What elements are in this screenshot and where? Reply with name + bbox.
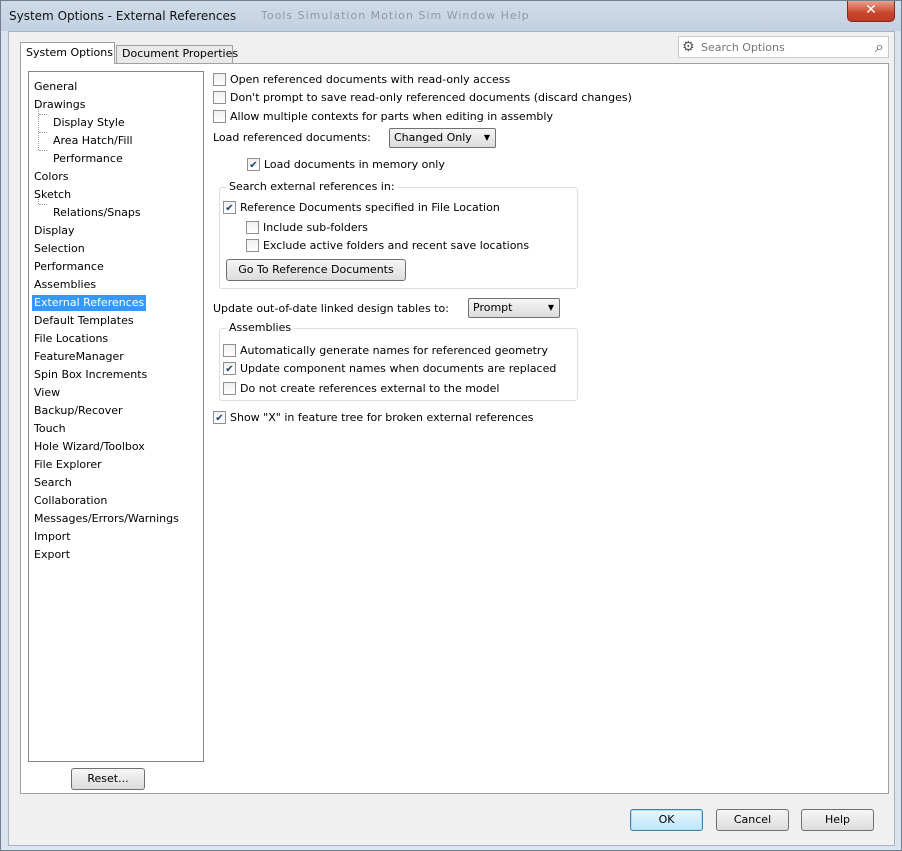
assemblies-group-title: Assemblies xyxy=(226,321,295,335)
auto-names-checkbox[interactable] xyxy=(223,344,236,357)
tree-item-drawings[interactable]: Drawings xyxy=(32,97,87,113)
auto-names-label: Automatically generate names for referen… xyxy=(240,344,548,357)
tree-item-assemblies[interactable]: Assemblies xyxy=(32,277,98,293)
dont-prompt-save-checkbox[interactable] xyxy=(213,91,226,104)
background-menu-bar: Tools Simulation Motion Sim Window Help xyxy=(261,9,530,22)
tree-item-view[interactable]: View xyxy=(32,385,62,401)
tree-item-display[interactable]: Display xyxy=(32,223,77,239)
close-icon: ✕ xyxy=(865,2,877,18)
tree-item-performance[interactable]: Performance xyxy=(32,259,106,275)
multiple-contexts-checkbox[interactable] xyxy=(213,110,226,123)
help-button[interactable]: Help xyxy=(801,809,874,831)
show-x-label: Show "X" in feature tree for broken exte… xyxy=(230,411,534,424)
tree-item-backup-recover[interactable]: Backup/Recover xyxy=(32,403,125,419)
tree-item-external-references[interactable]: External References xyxy=(32,295,147,311)
load-in-memory-checkbox[interactable] xyxy=(247,158,260,171)
update-tables-label: Update out-of-date linked design tables … xyxy=(213,302,449,315)
tab-document-properties[interactable]: Document Properties xyxy=(116,45,238,63)
search-group-title: Search external references in: xyxy=(226,180,398,194)
update-tables-dropdown[interactable]: Prompt ▼ xyxy=(468,298,560,318)
exclude-active-checkbox[interactable] xyxy=(246,239,259,252)
tree-item-file-explorer[interactable]: File Explorer xyxy=(32,457,104,473)
tree-item-featuremanager[interactable]: FeatureManager xyxy=(32,349,126,365)
tree-item-file-locations[interactable]: File Locations xyxy=(32,331,110,347)
tree-item-touch[interactable]: Touch xyxy=(32,421,68,437)
chevron-down-icon: ▼ xyxy=(483,133,490,142)
tree-item-general[interactable]: General xyxy=(32,79,79,95)
open-read-only-checkbox[interactable] xyxy=(213,73,226,86)
dialog-client-area: System Options Document Properties ⚙ ⌕ G… xyxy=(8,31,895,846)
options-panel: General Drawings Display Style Area Hatc… xyxy=(20,63,889,794)
reset-button[interactable]: Reset... xyxy=(71,768,145,790)
tree-tick xyxy=(39,150,47,151)
multiple-contexts-label: Allow multiple contexts for parts when e… xyxy=(230,110,553,123)
load-in-memory-label: Load documents in memory only xyxy=(264,158,445,171)
no-external-checkbox[interactable] xyxy=(223,382,236,395)
tree-item-hole-wizard-toolbox[interactable]: Hole Wizard/Toolbox xyxy=(32,439,147,455)
tree-item-default-templates[interactable]: Default Templates xyxy=(32,313,136,329)
close-button[interactable]: ✕ xyxy=(847,1,895,22)
tree-item-selection[interactable]: Selection xyxy=(32,241,87,257)
update-names-checkbox[interactable] xyxy=(223,362,236,375)
load-referenced-label: Load referenced documents: xyxy=(213,131,371,144)
go-to-reference-documents-button[interactable]: Go To Reference Documents xyxy=(226,259,406,281)
update-names-label: Update component names when documents ar… xyxy=(240,362,557,375)
reference-docs-label: Reference Documents specified in File Lo… xyxy=(240,201,500,214)
tree-item-colors[interactable]: Colors xyxy=(32,169,70,185)
tree-item-drawings-performance[interactable]: Performance xyxy=(51,151,125,167)
search-icon[interactable]: ⌕ xyxy=(875,37,884,57)
open-read-only-label: Open referenced documents with read-only… xyxy=(230,73,511,86)
no-external-label: Do not create references external to the… xyxy=(240,382,500,395)
tree-item-import[interactable]: Import xyxy=(32,529,73,545)
options-tree[interactable]: General Drawings Display Style Area Hatc… xyxy=(28,71,204,762)
tree-item-area-hatch-fill[interactable]: Area Hatch/Fill xyxy=(51,133,135,149)
tree-tick xyxy=(39,114,47,115)
tree-item-search[interactable]: Search xyxy=(32,475,74,491)
chevron-down-icon: ▼ xyxy=(547,303,554,312)
exclude-active-label: Exclude active folders and recent save l… xyxy=(263,239,530,252)
tree-item-collaboration[interactable]: Collaboration xyxy=(32,493,109,509)
tab-system-options[interactable]: System Options xyxy=(20,42,115,64)
dont-prompt-save-label: Don't prompt to save read-only reference… xyxy=(230,91,632,104)
title-bar[interactable]: System Options - External References Too… xyxy=(1,1,901,31)
tree-tick xyxy=(39,132,47,133)
tree-tick xyxy=(39,204,47,205)
show-x-checkbox[interactable] xyxy=(213,411,226,424)
window-title: System Options - External References xyxy=(9,9,237,23)
search-options-input[interactable] xyxy=(699,39,859,55)
cancel-button[interactable]: Cancel xyxy=(716,809,789,831)
tree-item-messages-errors-warnings[interactable]: Messages/Errors/Warnings xyxy=(32,511,181,527)
tree-item-export[interactable]: Export xyxy=(32,547,72,563)
gear-icon[interactable]: ⚙ xyxy=(682,39,695,55)
tree-item-relations-snaps[interactable]: Relations/Snaps xyxy=(51,205,143,221)
tree-item-display-style[interactable]: Display Style xyxy=(51,115,127,131)
tree-item-sketch[interactable]: Sketch xyxy=(32,187,73,203)
reference-docs-checkbox[interactable] xyxy=(223,201,236,214)
system-options-window: System Options - External References Too… xyxy=(0,0,902,851)
load-referenced-dropdown[interactable]: Changed Only ▼ xyxy=(389,128,496,148)
include-subfolders-label: Include sub-folders xyxy=(263,221,368,234)
tree-item-spin-box-increments[interactable]: Spin Box Increments xyxy=(32,367,149,383)
search-options-box: ⚙ ⌕ xyxy=(678,36,889,58)
include-subfolders-checkbox[interactable] xyxy=(246,221,259,234)
ok-button[interactable]: OK xyxy=(630,809,703,831)
